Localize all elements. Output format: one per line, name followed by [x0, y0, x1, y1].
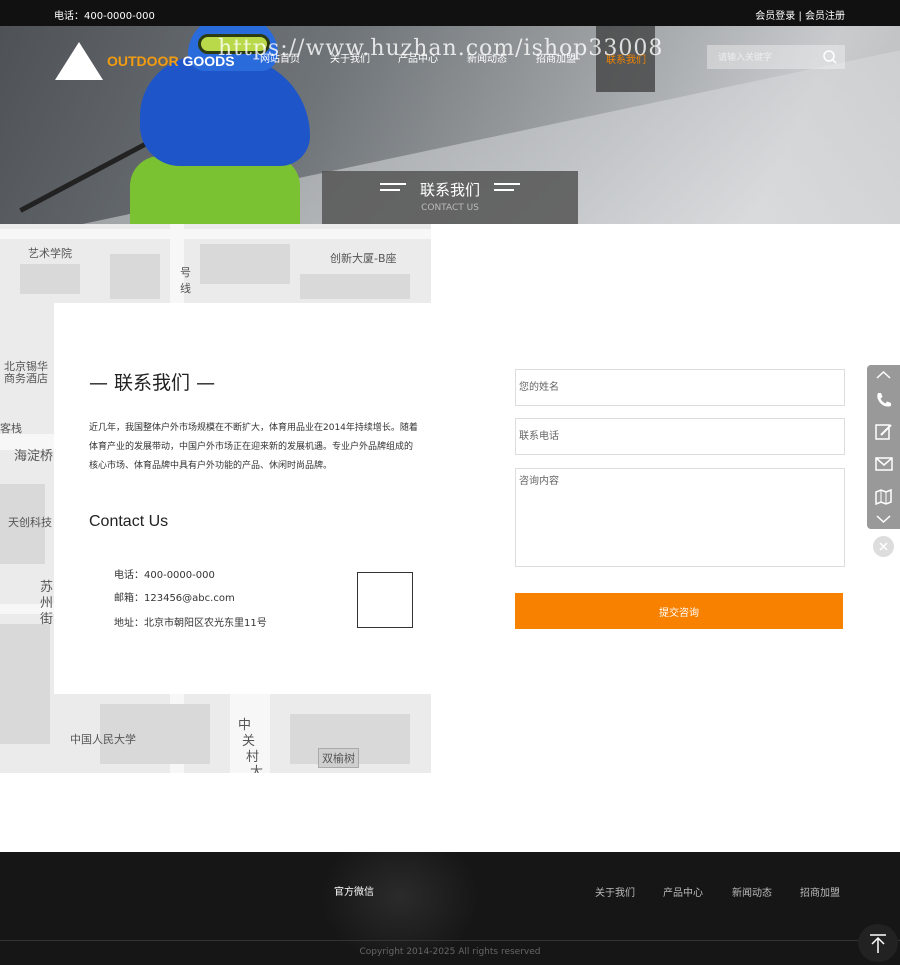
search-button[interactable]	[815, 45, 845, 69]
edit-icon	[875, 424, 892, 440]
top-bar: 电话：400-0000-000 会员登录 | 会员注册	[0, 0, 900, 26]
copyright: Copyright 2014-2025 All rights reserved	[359, 947, 541, 957]
map-label: 大	[250, 765, 264, 773]
chevron-down-icon	[876, 515, 891, 524]
map-block	[200, 244, 290, 284]
back-to-top-button[interactable]	[858, 924, 898, 962]
map-float-button[interactable]	[867, 483, 900, 509]
map-label: 创新大厦-B座	[330, 252, 397, 265]
feedback-float-button[interactable]	[867, 419, 900, 445]
floating-toolbar	[867, 365, 900, 529]
search-icon	[823, 50, 837, 64]
footer-wechat-label: 官方微信	[334, 887, 374, 898]
footer-link-about[interactable]: 关于我们	[595, 884, 635, 899]
map-block	[20, 264, 80, 294]
footer-link-news[interactable]: 新闻动态	[732, 884, 772, 899]
contact-card: — 联系我们 — 近几年，我国整体户外市场规模在不断扩大，体育用品业在2014年…	[54, 303, 900, 694]
map-label: 中国人民大学	[70, 733, 136, 746]
email-float-button[interactable]	[867, 451, 900, 477]
mountain-logo-icon	[55, 42, 103, 80]
skier-pants	[130, 156, 300, 224]
auth-separator: |	[798, 11, 802, 22]
logo-word-outdoor: OUTDOOR	[107, 53, 179, 69]
register-link[interactable]: 会员注册	[805, 11, 845, 22]
auth-links: 会员登录 | 会员注册	[755, 7, 845, 22]
map-label: 客栈	[0, 422, 22, 435]
phone-icon	[877, 393, 891, 407]
map-label: 线	[180, 282, 191, 295]
contact-en-heading: Contact Us	[89, 513, 169, 530]
map-block	[110, 254, 160, 299]
site-footer: 官方微信 关于我们 产品中心 新闻动态 招商加盟 Copyright 2014-…	[0, 852, 900, 965]
contact-intro: 近几年，我国整体户外市场规模在不断扩大，体育用品业在2014年持续增长。随着体育…	[89, 423, 418, 471]
watermark-url: https://www.huzhan.com/ishop33008	[218, 36, 664, 61]
logo-wordmark: OUTDOOR GOODS	[107, 53, 235, 69]
close-icon	[879, 542, 888, 551]
top-phone: 电话：400-0000-000	[54, 11, 155, 22]
page-title: 联系我们	[419, 181, 480, 199]
login-link[interactable]: 会员登录	[755, 11, 795, 22]
page-title-banner: 联系我们 CONTACT US	[322, 171, 578, 224]
map-label: 号	[180, 266, 191, 279]
map-label: 街	[40, 612, 54, 627]
toolbar-expand-button[interactable]	[867, 509, 900, 535]
hero-banner: OUTDOOR GOODS 联系我们 网站首页 关于我们 产品中心 新闻动态 招…	[0, 26, 900, 224]
map-label: 海淀桥	[14, 449, 54, 464]
map-block	[0, 624, 50, 744]
map-label: 天创科技	[8, 516, 52, 529]
phone-field[interactable]	[515, 418, 845, 455]
contact-heading: — 联系我们 —	[89, 372, 216, 394]
qr-code-image	[357, 572, 413, 628]
submit-button[interactable]: 提交咨询	[515, 593, 843, 629]
phone-float-button[interactable]	[867, 387, 900, 413]
contact-phone: 电话：400-0000-000	[114, 570, 215, 581]
map-label: 商务酒店	[4, 372, 48, 385]
search-input[interactable]	[707, 45, 817, 69]
map-label: 艺术学院	[28, 247, 72, 260]
arrow-up-icon	[870, 934, 886, 953]
map-label: 双榆树	[318, 748, 359, 768]
search-box	[707, 45, 845, 69]
name-field[interactable]	[515, 369, 845, 406]
map-icon	[875, 488, 892, 506]
footer-divider	[0, 940, 900, 941]
contact-address: 地址：北京市朝阳区农光东里11号	[114, 618, 267, 629]
footer-link-franchise[interactable]: 招商加盟	[800, 884, 840, 899]
map-block	[300, 274, 410, 299]
chevron-up-icon	[876, 370, 891, 379]
message-field[interactable]	[515, 468, 845, 567]
close-toolbar-button[interactable]	[873, 536, 894, 557]
site-logo[interactable]: OUTDOOR GOODS	[55, 42, 235, 82]
footer-link-products[interactable]: 产品中心	[663, 884, 703, 899]
map-road	[0, 229, 431, 239]
page-subtitle: CONTACT US	[421, 203, 479, 213]
contact-email: 邮箱：123456@abc.com	[114, 593, 235, 604]
mail-icon	[875, 457, 893, 471]
